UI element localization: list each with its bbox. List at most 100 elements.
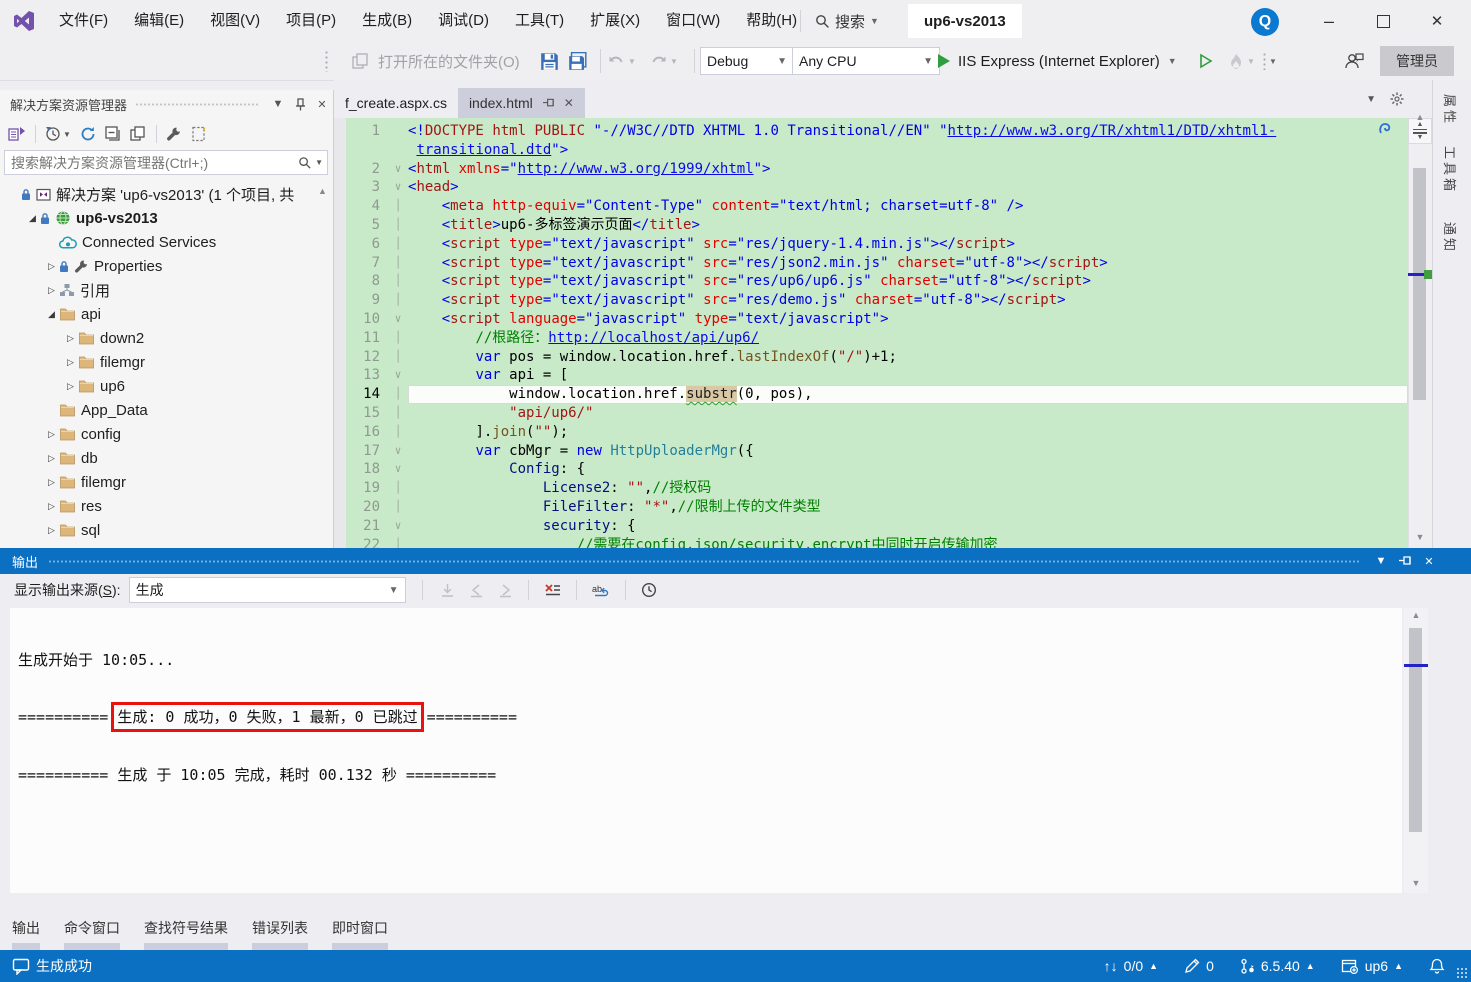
code-line-14[interactable]: 14│ window.location.href.substr(0, pos), [346, 385, 1408, 404]
pending-edits-status[interactable]: 0 [1184, 958, 1214, 974]
tree-item-up6[interactable]: ▷up6 [0, 374, 326, 398]
tree-item-sql[interactable]: ▷sql [0, 518, 326, 542]
word-wrap-icon[interactable]: ab [592, 583, 610, 598]
fold-collapse-icon[interactable]: ∨ [388, 517, 408, 536]
code-line-5[interactable]: 5│ <title>up6-多标签演示页面</title> [346, 216, 1408, 235]
switch-views-icon[interactable] [8, 126, 26, 142]
pin-icon[interactable] [1393, 556, 1417, 567]
redo-caret-icon[interactable]: ▼ [670, 57, 678, 66]
user-avatar[interactable]: Q [1251, 8, 1279, 36]
save-button[interactable] [540, 42, 559, 80]
tree-item-connected-services[interactable]: Connected Services [0, 230, 326, 254]
code-line-7[interactable]: 7│ <script type="text/javascript" src="r… [346, 254, 1408, 273]
code-line-8[interactable]: 8│ <script type="text/javascript" src="r… [346, 272, 1408, 291]
menu-item-8[interactable]: 窗口(W) [653, 0, 733, 42]
expander-collapsed-icon[interactable]: ▷ [44, 501, 59, 512]
run-caret-icon[interactable]: ▼ [1168, 56, 1177, 66]
side-tab-2[interactable]: 通知 [1441, 222, 1460, 254]
code-line-22[interactable]: 22│ //需要在config.json/security.encrypt中同时… [346, 536, 1408, 548]
expander-collapsed-icon[interactable]: ▷ [44, 285, 59, 296]
menu-item-6[interactable]: 工具(T) [502, 0, 577, 42]
close-window-button[interactable]: ✕ [1414, 0, 1460, 42]
expander-expanded-icon[interactable]: ◢ [25, 213, 40, 224]
menu-item-1[interactable]: 编辑(E) [121, 0, 197, 42]
code-line-3[interactable]: 3∨<head> [346, 178, 1408, 197]
tree-item-filemgr[interactable]: ▷filemgr [0, 350, 326, 374]
resize-grip[interactable] [1456, 967, 1468, 979]
side-tab-1[interactable]: 工具箱 [1441, 146, 1460, 194]
output-scrollbar-thumb[interactable] [1409, 628, 1422, 832]
bottom-tab-1[interactable]: 命令窗口 [64, 918, 120, 951]
build-status[interactable]: 生成成功 [12, 956, 92, 976]
code-line-10[interactable]: 10∨ <script language="javascript" type="… [346, 310, 1408, 329]
git-sync-status[interactable]: ↑↓ 0/0 ▲ [1104, 958, 1158, 974]
send-feedback-icon[interactable] [1344, 42, 1364, 80]
code-line-4[interactable]: 4│ <meta http-equiv="Content-Type" conte… [346, 197, 1408, 216]
close-panel-icon[interactable]: ✕ [311, 98, 333, 111]
collapse-all-icon[interactable] [105, 126, 121, 142]
editor-scrollbar-thumb[interactable] [1413, 168, 1426, 400]
code-line-21[interactable]: 21∨ security: { [346, 517, 1408, 536]
window-position-caret-icon[interactable]: ▼ [1369, 555, 1393, 567]
show-all-files-icon[interactable] [191, 126, 206, 142]
expander-collapsed-icon[interactable]: ▷ [44, 477, 59, 488]
platform-dropdown[interactable]: Any CPU▼ [792, 42, 940, 80]
scroll-down-arrow-icon[interactable]: ▼ [1408, 532, 1432, 542]
toolbar-overflow-button[interactable]: ▼ [1262, 42, 1277, 80]
expander-collapsed-icon[interactable]: ▷ [63, 381, 78, 392]
redo-button[interactable]: ▼ [650, 42, 678, 80]
next-message-icon[interactable] [498, 583, 513, 598]
expander-collapsed-icon[interactable]: ▷ [44, 261, 59, 272]
tree-item--[interactable]: ▷引用 [0, 278, 326, 302]
active-files-caret-icon[interactable]: ▼ [1366, 94, 1376, 105]
solution-explorer-header[interactable]: 解决方案资源管理器 ▼ ✕ [0, 90, 333, 118]
fold-collapse-icon[interactable]: ∨ [388, 310, 408, 329]
output-log[interactable]: 生成开始于 10:05... ========== 生成: 0 成功，0 失败，… [10, 608, 1402, 893]
code-line-wrap[interactable]: transitional.dtd"> [346, 141, 1408, 160]
scroll-up-arrow-icon[interactable]: ▲ [1408, 112, 1432, 122]
search-box[interactable]: 搜索 ▼ [815, 0, 879, 42]
fold-collapse-icon[interactable]: ∨ [388, 178, 408, 197]
git-branch-status[interactable]: 6.5.40 ▲ [1240, 958, 1315, 975]
code-line-1[interactable]: 1<!DOCTYPE html PUBLIC "-//W3C//DTD XHTM… [346, 122, 1408, 141]
output-title-bar[interactable]: 输出 ▼ ✕ [0, 548, 1471, 574]
repository-status[interactable]: up6 ▲ [1341, 958, 1403, 974]
expander-collapsed-icon[interactable]: ▷ [63, 357, 78, 368]
breakpoint-margin[interactable] [334, 118, 346, 548]
bottom-tab-0[interactable]: 输出 [12, 918, 40, 951]
tree-item-properties[interactable]: ▷Properties [0, 254, 326, 278]
debug-config-dropdown[interactable]: Debug▼ [700, 42, 794, 80]
menu-item-7[interactable]: 扩展(X) [577, 0, 653, 42]
code-line-16[interactable]: 16│ ].join(""); [346, 423, 1408, 442]
code-editor[interactable]: 1<!DOCTYPE html PUBLIC "-//W3C//DTD XHTM… [334, 118, 1408, 548]
tree-item--up6-vs2013-1-[interactable]: 解决方案 'up6-vs2013' (1 个项目, 共 [0, 182, 326, 206]
expander-collapsed-icon[interactable]: ▷ [44, 453, 59, 464]
previous-message-icon[interactable] [469, 583, 484, 598]
refresh-icon[interactable] [80, 126, 96, 142]
tree-item-up6-vs2013[interactable]: ◢up6-vs2013 [0, 206, 326, 230]
code-line-6[interactable]: 6│ <script type="text/javascript" src="r… [346, 235, 1408, 254]
hot-reload-caret-icon[interactable]: ▼ [1247, 57, 1255, 66]
undo-button[interactable]: ▼ [608, 42, 636, 80]
code-line-15[interactable]: 15│ "api/up6/" [346, 404, 1408, 423]
pin-tab-icon[interactable] [543, 98, 555, 109]
goto-message-icon[interactable] [440, 583, 455, 598]
bottom-tab-2[interactable]: 查找符号结果 [144, 918, 228, 951]
fold-collapse-icon[interactable]: ∨ [388, 442, 408, 461]
bottom-tab-3[interactable]: 错误列表 [252, 918, 308, 951]
code-line-19[interactable]: 19│ License2: "",//授权码 [346, 479, 1408, 498]
code-line-2[interactable]: 2∨<html xmlns="http://www.w3.org/1999/xh… [346, 160, 1408, 179]
open-containing-folder-button[interactable]: 打开所在的文件夹(O) [378, 42, 520, 80]
editor-options-gear-icon[interactable] [1390, 92, 1404, 106]
tree-item-app-data[interactable]: App_Data [0, 398, 326, 422]
tree-item-filemgr[interactable]: ▷filemgr [0, 470, 326, 494]
code-line-12[interactable]: 12│ var pos = window.location.href.lastI… [346, 348, 1408, 367]
document-tab-index-html[interactable]: index.html✕ [458, 88, 585, 118]
fold-collapse-icon[interactable]: ∨ [388, 160, 408, 179]
code-line-11[interactable]: 11│ //根路径：http://localhost/api/up6/ [346, 329, 1408, 348]
expander-collapsed-icon[interactable]: ▷ [63, 333, 78, 344]
clear-all-icon[interactable] [544, 583, 561, 598]
code-line-17[interactable]: 17∨ var cbMgr = new HttpUploaderMgr({ [346, 442, 1408, 461]
expander-collapsed-icon[interactable]: ▷ [44, 429, 59, 440]
tree-item-down2[interactable]: ▷down2 [0, 326, 326, 350]
